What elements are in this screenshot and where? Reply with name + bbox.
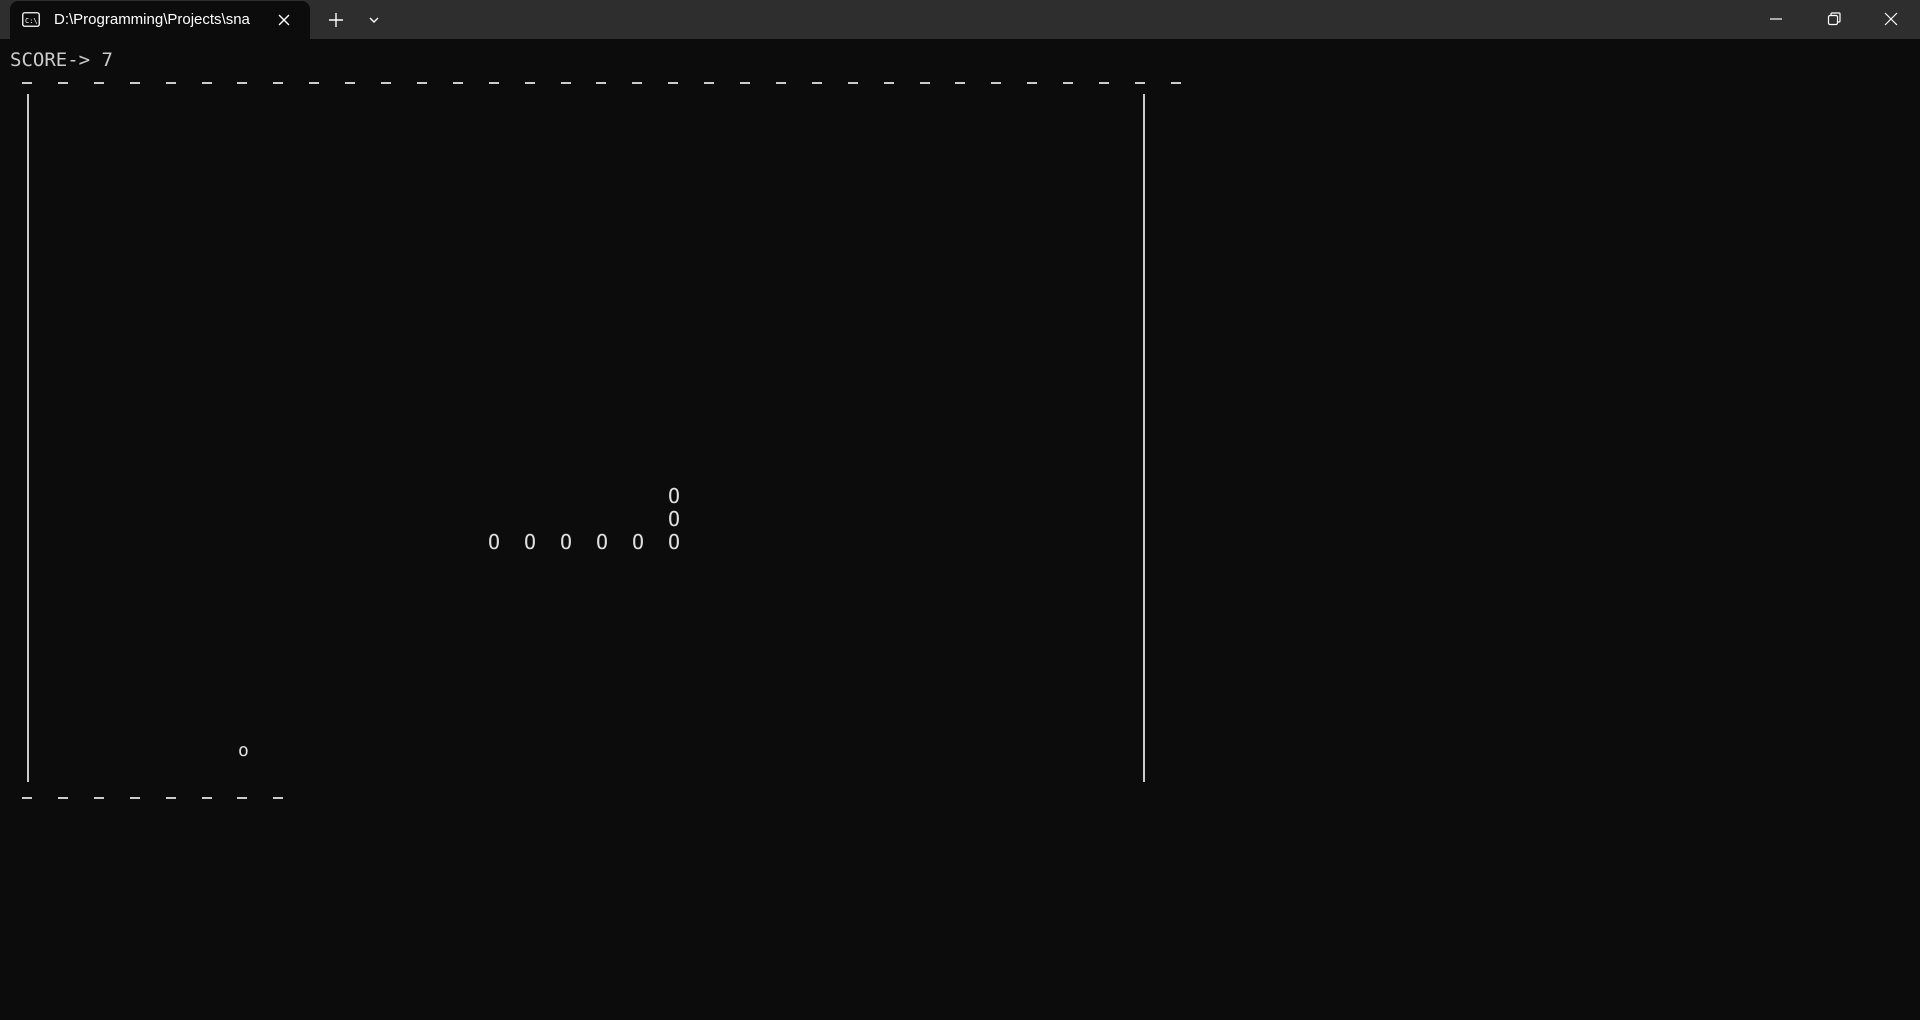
top-border-segment [488, 82, 499, 84]
top-border-segment [345, 82, 356, 84]
tab-title: D:\Programming\Projects\sna [54, 11, 250, 28]
bottom-border-segment [22, 797, 32, 799]
bottom-border-segment [201, 797, 212, 799]
top-border-segment [775, 82, 786, 84]
top-border-segment [704, 82, 715, 84]
top-border-segment [381, 82, 391, 84]
close-button[interactable] [1862, 0, 1918, 39]
top-border-segment [919, 82, 930, 84]
top-border-segment [811, 82, 822, 84]
top-border-segment [129, 82, 140, 84]
top-border-segment [524, 82, 535, 84]
terminal-window: C:\ D:\Programming\Projects\sna SCORE-> … [0, 0, 1920, 1020]
title-bar[interactable]: C:\ D:\Programming\Projects\sna [0, 0, 1920, 39]
snake-segment: O [560, 530, 573, 554]
new-tab-icon[interactable] [326, 10, 346, 30]
bottom-border-segment [57, 797, 68, 799]
top-border-segment [1027, 82, 1038, 84]
snake-segment: O [524, 530, 537, 554]
top-border-segment [883, 82, 894, 84]
snake-segment: O [632, 530, 645, 554]
top-border-segment [668, 82, 679, 84]
top-border-segment [237, 82, 248, 84]
snake-segment: O [488, 530, 501, 554]
top-border-segment [847, 82, 858, 84]
top-border-segment [452, 82, 463, 84]
svg-text:C:\: C:\ [25, 17, 38, 25]
top-border-segment [1170, 82, 1181, 84]
top-border-segment [57, 82, 68, 84]
console-area[interactable]: SCORE-> 7 OOOOOOOOo [0, 39, 1920, 1020]
minimize-button[interactable] [1747, 0, 1803, 39]
right-wall [1143, 94, 1145, 782]
top-border-segment [1099, 82, 1109, 84]
top-border-segment [273, 82, 284, 84]
top-border-segment [740, 82, 750, 84]
snake-segment: O [668, 484, 681, 508]
top-border-segment [632, 82, 643, 84]
top-border-segment [201, 82, 212, 84]
top-border-segment [93, 82, 104, 84]
snake-segment: O [668, 507, 681, 531]
top-border-segment [165, 82, 176, 84]
bottom-border-segment [237, 797, 248, 799]
top-border-segment [1063, 82, 1074, 84]
maximize-icon [1827, 12, 1841, 26]
top-border-segment [991, 82, 1002, 84]
bottom-border-segment [273, 797, 284, 799]
bottom-border-segment [93, 797, 104, 799]
minimize-icon [1770, 18, 1782, 20]
top-border-segment [596, 82, 607, 84]
chevron-down-icon[interactable] [364, 10, 384, 30]
top-border-segment [1134, 82, 1145, 84]
terminal-icon: C:\ [22, 12, 40, 27]
terminal-tab[interactable]: C:\ D:\Programming\Projects\sna [10, 1, 310, 39]
bottom-border-segment [129, 797, 140, 799]
top-border-segment [560, 82, 571, 84]
top-border-segment [309, 82, 320, 84]
food-item: o [238, 740, 249, 761]
bottom-border-segment [165, 797, 176, 799]
left-wall [27, 94, 29, 782]
snake-segment: O [596, 530, 609, 554]
close-icon [1884, 12, 1898, 26]
score-display: SCORE-> 7 [10, 49, 113, 71]
tab-close-icon[interactable] [275, 11, 293, 29]
snake-segment: O [668, 530, 681, 554]
top-border-segment [416, 82, 427, 84]
top-border-segment [22, 82, 32, 84]
top-border-segment [955, 82, 966, 84]
maximize-button[interactable] [1805, 0, 1861, 39]
